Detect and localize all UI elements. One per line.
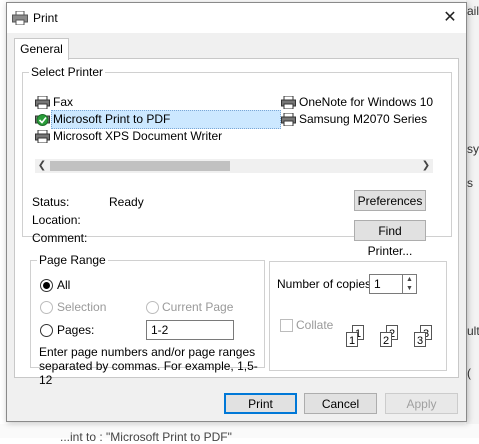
printer-icon — [35, 96, 50, 109]
selection-radio[interactable] — [40, 301, 53, 314]
print-button[interactable]: Print — [224, 393, 297, 414]
printer-item-label: Samsung M2070 Series — [299, 112, 428, 126]
title-bar: Print ✕ — [7, 3, 466, 33]
close-button[interactable]: ✕ — [435, 6, 465, 30]
printer-icon — [281, 96, 296, 109]
dialog-title: Print — [33, 11, 58, 25]
background-text: ( — [467, 366, 471, 380]
printer-icon — [12, 11, 28, 25]
scroll-left-icon[interactable]: ❮ — [35, 159, 49, 173]
page-range-group: Page Range All Selection Current Page Pa… — [30, 253, 265, 387]
general-tab-panel: Select Printer Fax Microsoft Print to PD… — [14, 58, 459, 387]
printer-item-label: Microsoft Print to PDF — [53, 112, 171, 126]
background-text: ult — [467, 324, 479, 338]
print-dialog: Print ✕ General Select Printer Fax Micro… — [6, 2, 467, 422]
printer-list-scrollbar[interactable]: ❮ ❯ — [35, 159, 433, 173]
cancel-button[interactable]: Cancel — [304, 393, 377, 414]
page-range-hint-line2: separated by commas. For example, 1,5-12 — [39, 359, 258, 387]
printer-icon — [35, 130, 50, 143]
collate-pages-icon: 1 1 2 2 3 3 — [344, 320, 442, 356]
location-label: Location: — [32, 213, 81, 227]
page-range-legend: Page Range — [39, 253, 106, 267]
collate-label: Collate — [296, 318, 334, 332]
printer-item-label: Fax — [53, 95, 74, 109]
status-value: Ready — [109, 195, 144, 209]
scrollbar-thumb[interactable] — [50, 161, 230, 171]
default-printer-check-icon — [35, 114, 50, 126]
printer-item-label: OneNote for Windows 10 — [299, 95, 433, 109]
current-page-radio[interactable] — [146, 301, 159, 314]
printer-list[interactable]: Fax Microsoft Print to PDF Microsoft XPS… — [35, 92, 433, 157]
preferences-button[interactable]: Preferences — [354, 190, 426, 211]
copies-group: Number of copies: 1 ▲ ▼ Collate 1 1 2 2 … — [269, 261, 447, 371]
printer-item-label: Microsoft XPS Document Writer — [53, 129, 223, 143]
background-text: sy — [467, 142, 479, 156]
background-text: ...int to : "Microsoft Print to PDF" — [60, 430, 232, 444]
pages-input[interactable]: 1-2 — [146, 320, 234, 340]
select-printer-group: Select Printer Fax Microsoft Print to PD… — [22, 65, 452, 258]
copies-input[interactable]: 1 — [369, 274, 403, 294]
pages-label: Pages: — [57, 323, 95, 337]
tab-general[interactable]: General — [14, 38, 69, 60]
all-radio[interactable] — [40, 279, 53, 292]
find-printer-button[interactable]: Find Printer... — [354, 220, 426, 258]
number-of-copies-label: Number of copies: — [277, 277, 375, 291]
copies-stepper[interactable]: ▲ ▼ — [403, 274, 417, 294]
apply-button[interactable]: Apply — [385, 393, 458, 414]
chevron-down-icon[interactable]: ▼ — [403, 284, 416, 293]
current-page-label: Current Page — [162, 300, 234, 314]
page-range-hint-line1: Enter page numbers and/or page ranges — [39, 345, 256, 359]
printer-icon — [281, 113, 296, 126]
collate-checkbox[interactable] — [280, 319, 293, 332]
scroll-right-icon[interactable]: ❯ — [419, 159, 433, 173]
chevron-up-icon[interactable]: ▲ — [403, 275, 416, 284]
pages-radio[interactable] — [40, 324, 53, 337]
background-text: s — [467, 176, 473, 190]
status-label: Status: — [32, 195, 70, 209]
select-printer-legend: Select Printer — [31, 65, 104, 79]
selection-label: Selection — [57, 300, 107, 314]
all-label: All — [57, 278, 71, 292]
background-text: ail — [467, 4, 479, 18]
comment-label: Comment: — [32, 231, 88, 245]
